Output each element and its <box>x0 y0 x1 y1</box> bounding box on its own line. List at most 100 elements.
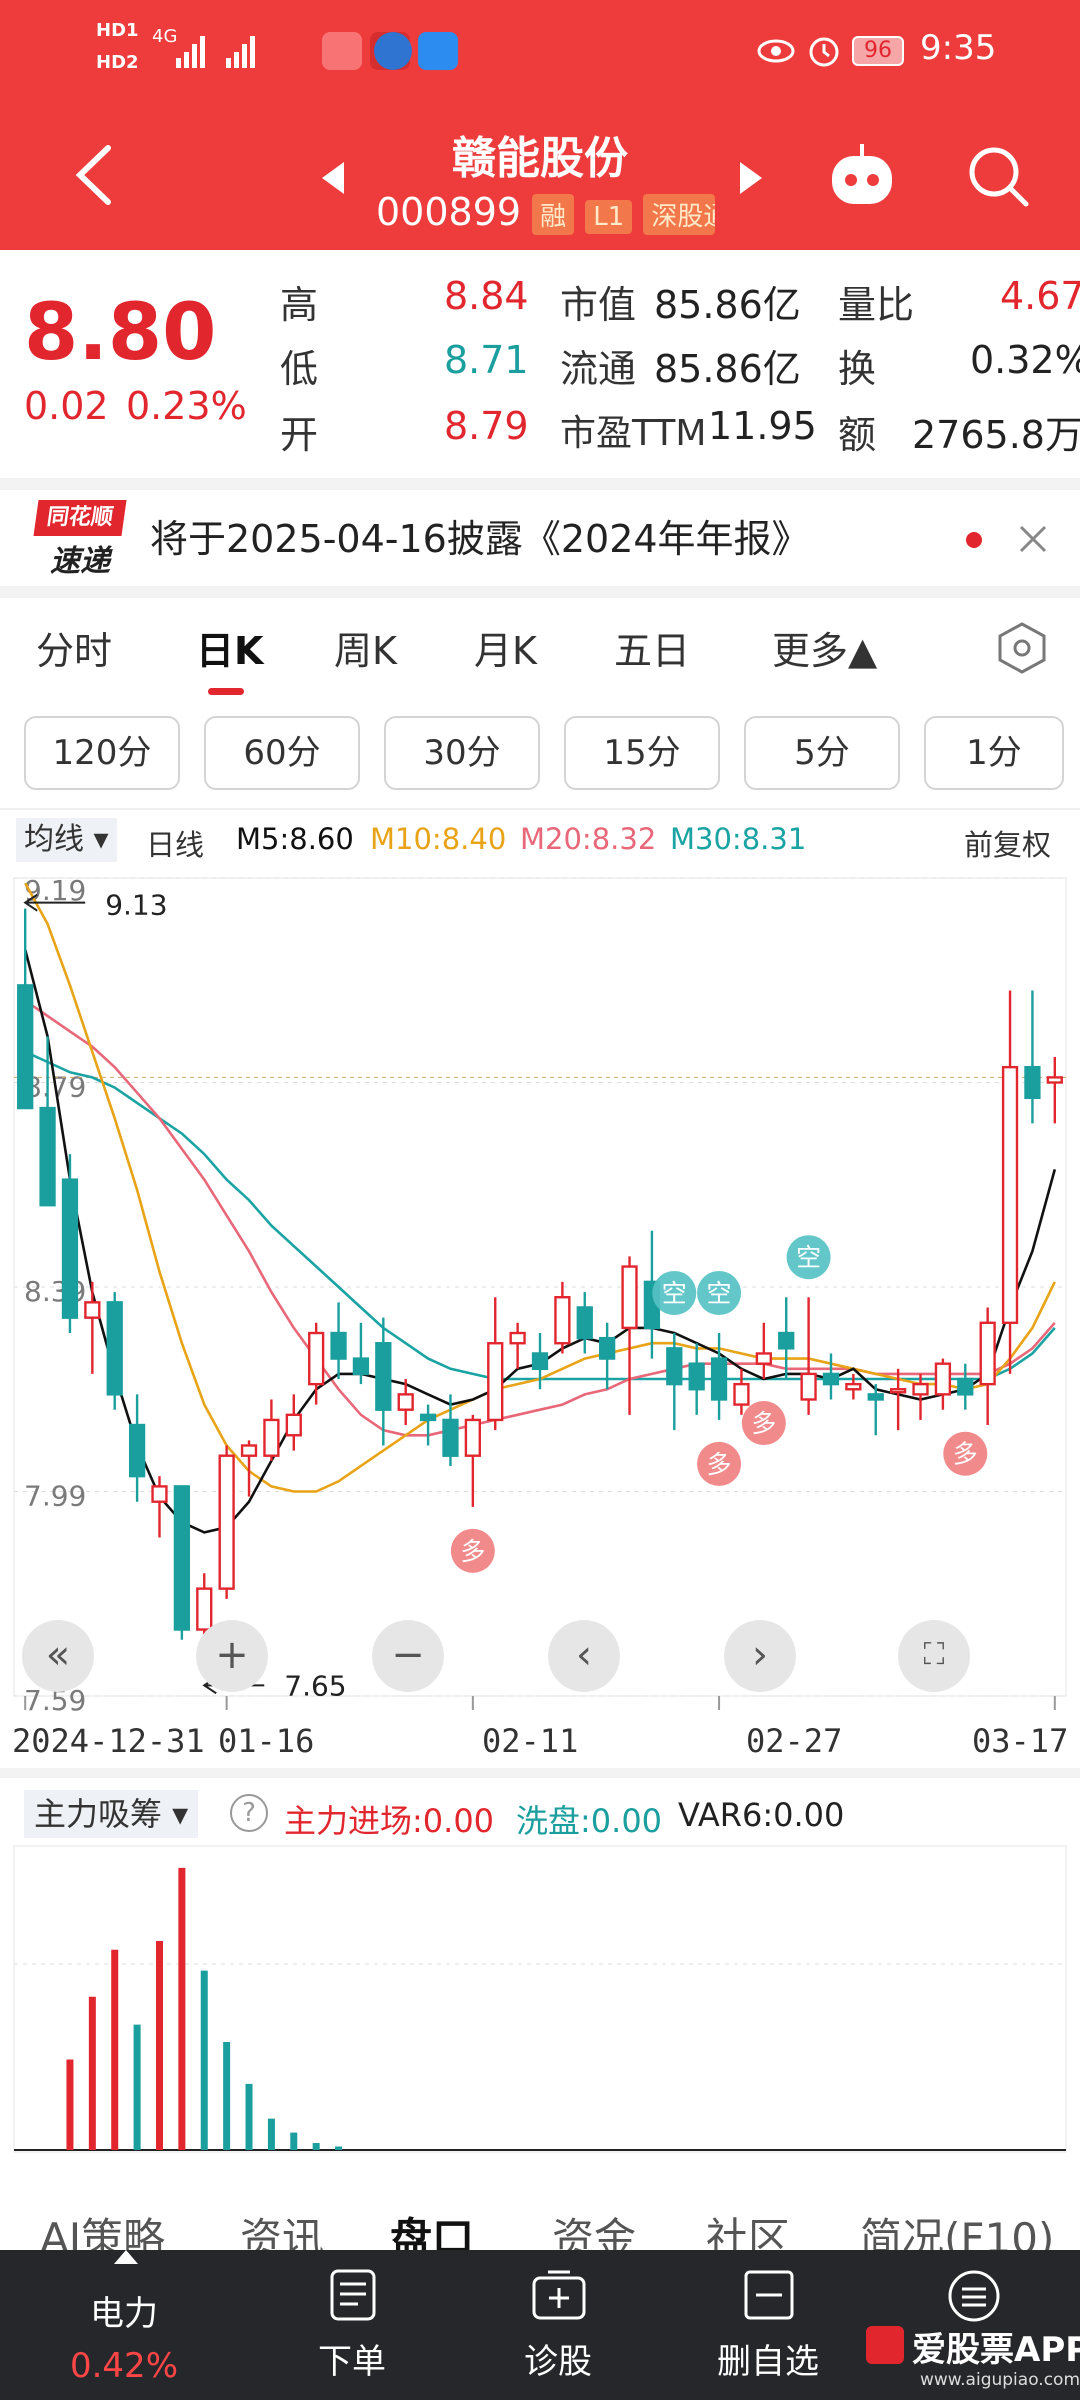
divider <box>0 808 1080 810</box>
robot-assistant-icon[interactable] <box>826 140 898 210</box>
back-button[interactable] <box>70 140 120 210</box>
candle-body <box>599 1336 616 1360</box>
candle-body <box>464 1418 481 1457</box>
notice-banner[interactable]: 同花顺 速递 将于2025-04-16披露《2024年年报》 <box>0 490 1080 586</box>
help-icon[interactable]: ? <box>230 1794 268 1832</box>
divider <box>0 478 1080 490</box>
turnover-label: 换 <box>838 347 877 391</box>
tab-more[interactable]: 更多▲ <box>772 620 877 675</box>
amount-value: 2765.8万 <box>912 413 1080 457</box>
candle-body <box>17 984 34 1110</box>
scroll-right-button[interactable]: › <box>724 1620 796 1692</box>
stock-code-row: 000899 融 L1 深股通 <box>376 190 716 235</box>
signal-label: 多 <box>751 1409 776 1438</box>
clock: 9:35 <box>920 28 997 68</box>
tab-intraday[interactable]: 分时 <box>36 620 112 675</box>
unread-dot <box>966 532 982 548</box>
search-icon[interactable] <box>966 144 1032 210</box>
indicator-frame <box>13 1845 1067 2153</box>
minute-15-button[interactable]: 15分 <box>564 716 720 790</box>
sim2-indicator: HD2 <box>96 52 139 73</box>
next-stock-button[interactable] <box>736 158 766 198</box>
sector-change: 0.42% <box>69 2346 178 2386</box>
x-label: 2024-12-31 <box>12 1722 205 1760</box>
zoom-out-button[interactable]: − <box>372 1620 444 1692</box>
indicator-var6: VAR6:0.00 <box>678 1796 845 1834</box>
candle-body <box>889 1388 907 1394</box>
watermark-url: www.aigupiao.com <box>920 2370 1080 2390</box>
candle-body <box>1046 1076 1063 1084</box>
candle-body <box>397 1393 414 1411</box>
signal-icon <box>176 36 255 68</box>
diagnose-button[interactable]: 诊股 <box>458 2250 658 2400</box>
prev-stock-button[interactable] <box>318 158 348 198</box>
candle-body <box>554 1296 571 1345</box>
app-notification-icon <box>322 32 362 70</box>
minute-1-button[interactable]: 1分 <box>924 716 1064 790</box>
minute-60-button[interactable]: 60分 <box>204 716 360 790</box>
tab-monthly-k[interactable]: 月K <box>474 620 537 675</box>
candle-body <box>822 1372 840 1386</box>
minute-120-button[interactable]: 120分 <box>24 716 180 790</box>
candle-body <box>84 1301 101 1319</box>
indicator-wash: 洗盘:0.00 <box>516 1802 663 1840</box>
high-label: 高 <box>280 283 319 327</box>
candle-body <box>733 1382 750 1406</box>
indicator-selector[interactable]: 主力吸筹 ▾ <box>24 1790 199 1838</box>
candle-body <box>912 1382 929 1396</box>
sector-power-item[interactable]: 电力 0.42% <box>24 2250 224 2400</box>
minute-30-button[interactable]: 30分 <box>384 716 540 790</box>
candle-body <box>621 1265 638 1330</box>
tab-five-day[interactable]: 五日 <box>614 620 690 675</box>
adjust-mode[interactable]: 前复权 <box>964 822 1051 864</box>
level1-tag: L1 <box>585 200 633 234</box>
mcap-value: 85.86亿 <box>654 283 801 327</box>
minute-5-button[interactable]: 5分 <box>744 716 900 790</box>
x-label: 02-11 <box>482 1722 579 1760</box>
diagnose-label: 诊股 <box>524 2342 592 2382</box>
diagnose-icon <box>532 2270 586 2320</box>
scroll-left-button[interactable]: ‹ <box>548 1620 620 1692</box>
remove-square-icon <box>744 2270 794 2320</box>
signal-label: 多 <box>707 1450 732 1479</box>
candle-body <box>128 1423 146 1478</box>
stock-code: 000899 <box>376 190 522 234</box>
battery-icon: 96 <box>852 36 904 66</box>
order-doc-icon <box>330 2269 376 2321</box>
candle-body <box>778 1331 795 1350</box>
zoom-in-button[interactable]: + <box>196 1620 268 1692</box>
remove-watchlist-label: 删自选 <box>717 2342 819 2382</box>
browser-icon <box>374 32 412 70</box>
fast-rewind-button[interactable]: « <box>22 1620 94 1692</box>
candle-body <box>576 1306 593 1340</box>
settings-hex-icon[interactable] <box>994 620 1050 676</box>
indicator-chart <box>13 1845 1067 2153</box>
signal-label: 多 <box>460 1537 485 1566</box>
ma-selector[interactable]: 均线 ▾ <box>16 818 117 862</box>
float-label: 流通 <box>560 347 637 391</box>
signal-label: 空 <box>662 1279 687 1308</box>
ma-line-m10 <box>24 882 1056 1493</box>
fullscreen-button[interactable]: ⛶ <box>898 1620 970 1692</box>
candle-body <box>509 1331 526 1345</box>
candle-body <box>240 1444 258 1457</box>
signal-label: 空 <box>707 1279 732 1308</box>
order-button[interactable]: 下单 <box>252 2250 452 2400</box>
high-value: 8.84 <box>444 274 529 318</box>
low-marker-label: 7.65 <box>284 1669 346 1702</box>
candle-body <box>61 1178 79 1319</box>
candlestick-chart[interactable]: 9.198.798.397.997.599.137.65多空 空多多空多 <box>0 870 1080 1730</box>
y-tick-label: 7.99 <box>24 1480 86 1513</box>
close-icon[interactable] <box>1016 522 1050 556</box>
candle-body <box>375 1342 392 1411</box>
tab-daily-k[interactable]: 日K <box>196 620 263 675</box>
price-change-pct: 0.23% <box>126 384 247 428</box>
volume-ratio-label: 量比 <box>838 283 915 327</box>
connect-tag: 深股通 <box>643 194 716 235</box>
tab-weekly-k[interactable]: 周K <box>334 620 397 675</box>
margin-tag: 融 <box>532 194 575 235</box>
float-value: 85.86亿 <box>654 347 801 391</box>
search-app-icon <box>418 32 458 70</box>
remove-watchlist-button[interactable]: 删自选 <box>668 2250 868 2400</box>
menu-circle-icon[interactable] <box>946 2268 1002 2324</box>
